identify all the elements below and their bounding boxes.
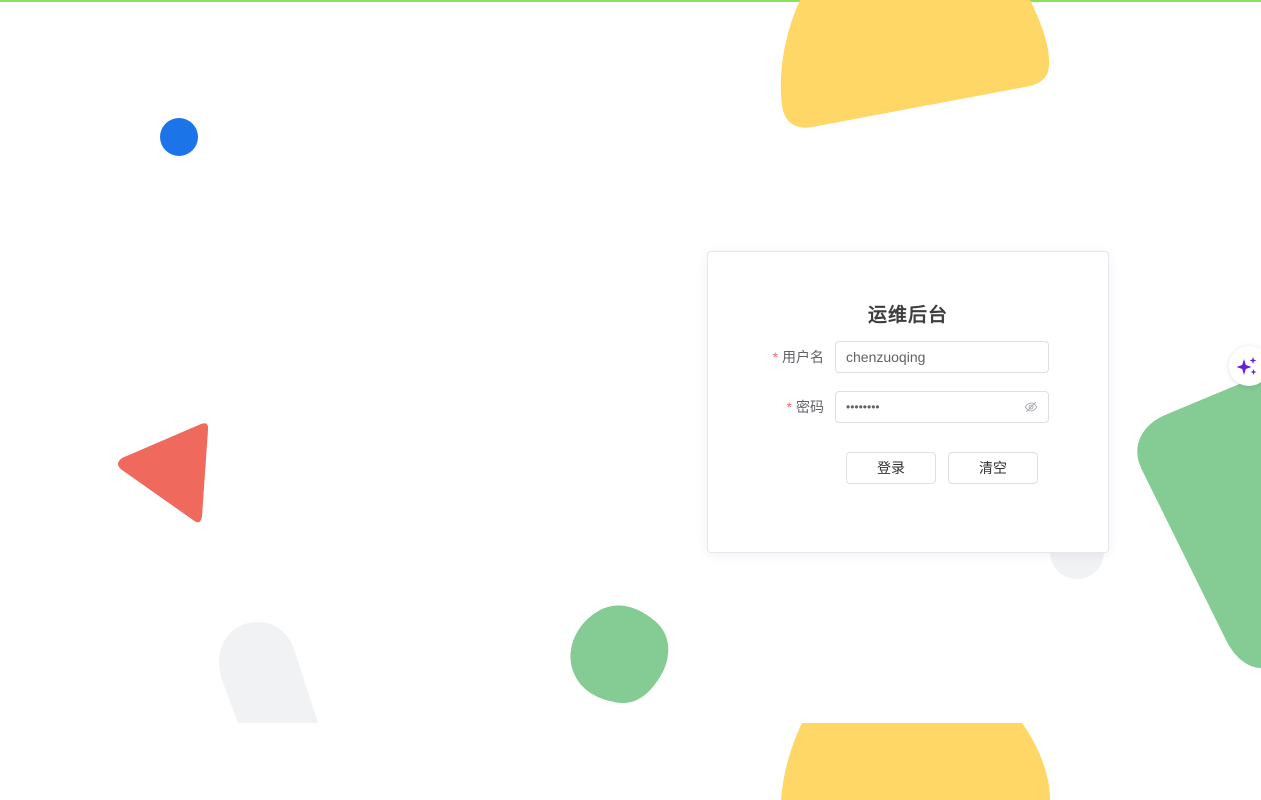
- green-blob: [570, 605, 669, 704]
- password-label-text: 密码: [796, 399, 824, 415]
- password-input[interactable]: ••••••••: [835, 391, 1049, 423]
- sparkle-icon: [1236, 357, 1257, 375]
- username-row: * 用户名 chenzuoqing: [708, 341, 1108, 373]
- username-label: * 用户名: [773, 341, 824, 373]
- username-input[interactable]: chenzuoqing: [835, 341, 1049, 373]
- required-mark: *: [772, 349, 778, 365]
- username-label-text: 用户名: [782, 349, 824, 365]
- yellow-shape-bottom: [781, 723, 1050, 800]
- login-card: 运维后台 * 用户名 chenzuoqing * 密码 •••••••• 登录 …: [707, 251, 1109, 553]
- login-button[interactable]: 登录: [846, 452, 936, 484]
- password-value: ••••••••: [846, 400, 880, 414]
- clear-button[interactable]: 清空: [948, 452, 1038, 484]
- password-row: * 密码 ••••••••: [708, 391, 1108, 423]
- blue-dot: [160, 118, 198, 156]
- yellow-shape-top: [780, 0, 1050, 128]
- eye-off-icon[interactable]: [1024, 400, 1038, 414]
- login-page: 运维后台 * 用户名 chenzuoqing * 密码 •••••••• 登录 …: [0, 0, 1261, 800]
- green-shape-right: [1137, 375, 1261, 668]
- username-value: chenzuoqing: [846, 349, 926, 365]
- red-triangle: [118, 423, 209, 523]
- gray-pill-shape: [219, 622, 318, 723]
- password-label: * 密码: [787, 391, 824, 423]
- login-title: 运维后台: [867, 305, 948, 326]
- required-mark: *: [786, 399, 792, 415]
- assistant-button[interactable]: [1229, 346, 1261, 386]
